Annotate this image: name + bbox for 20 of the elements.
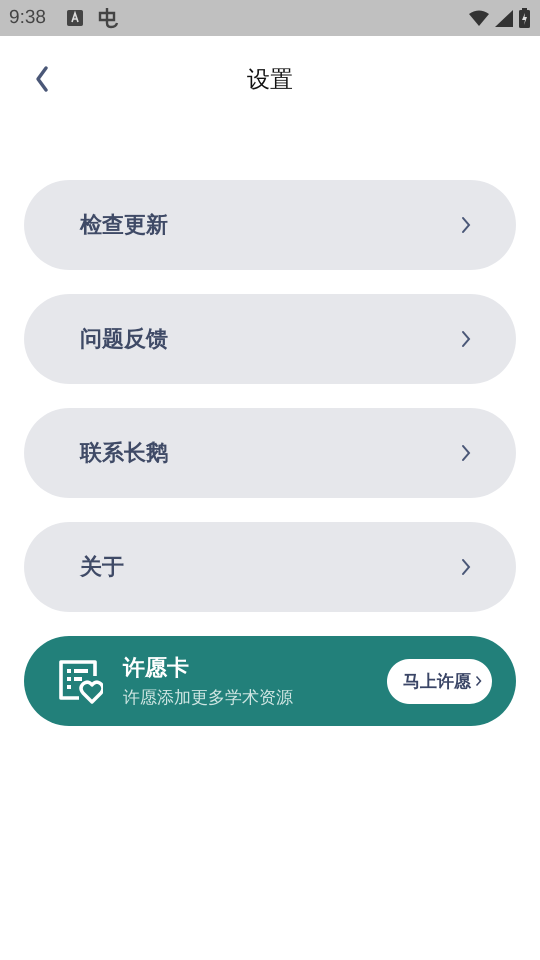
chevron-right-icon [461,216,471,234]
keyboard-notification-icon [66,9,84,27]
make-wish-button[interactable]: 马上许愿 [387,658,492,704]
signal-icon [495,10,513,26]
wish-card-subtitle: 许愿添加更多学术资源 [123,687,294,709]
wish-card-icon [57,658,103,704]
settings-item[interactable]: 联系长鹅 [24,408,516,498]
settings-item[interactable]: 检查更新 [24,180,516,270]
settings-item[interactable]: 关于 [24,522,516,612]
chevron-right-icon [461,330,471,348]
wifi-icon [469,10,489,26]
page-title: 设置 [247,66,293,94]
status-time: 9:38 [9,7,46,29]
settings-item[interactable]: 问题反馈 [24,294,516,384]
chevron-right-icon [461,558,471,576]
battery-icon [519,8,530,28]
chevron-right-icon [461,444,471,462]
chevron-right-icon [475,675,482,687]
wish-card-title: 许愿卡 [123,655,190,683]
back-icon[interactable] [34,65,50,93]
